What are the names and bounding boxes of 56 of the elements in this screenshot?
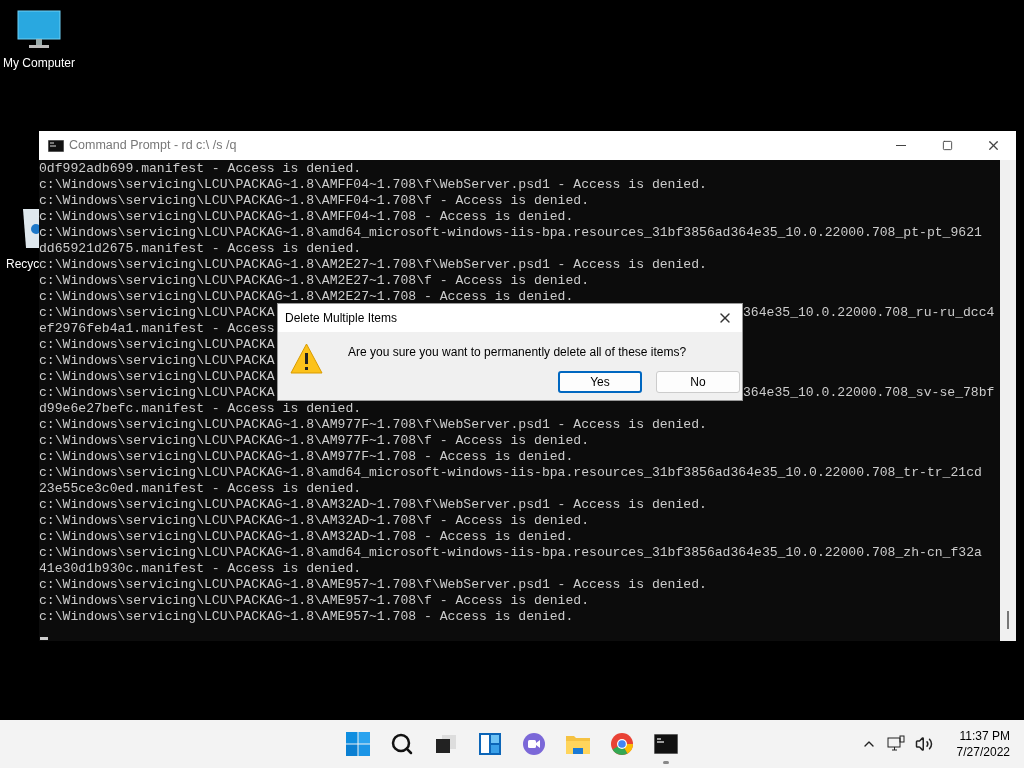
console-line: 0df992adb699.manifest - Access is denied. <box>39 161 362 176</box>
console-line: c:\Windows\servicing\LCU\PACKA <box>39 369 275 384</box>
dialog-title: Delete Multiple Items <box>285 310 398 327</box>
console-line: c:\Windows\servicing\LCU\PACKAG~1.8\AM2E27~1.708\f - Access is denied. <box>39 273 590 288</box>
console-line: c:\Windows\servicing\LCU\PACKAG~1.8\AME957~1.708\f - Access is denied. <box>39 593 590 608</box>
console-line: c:\Windows\servicing\LCU\PACKA <box>39 337 275 352</box>
console-line: 364e35_10.0.22000.708_ru-ru_dcc4 <box>743 305 995 320</box>
console-line: c:\Windows\servicing\LCU\PACKAG~1.8\amd64_microsoft-windows-iis-bpa.resources_31bf3856ad364e35_10.0.22000.708_tr-tr_21cd <box>39 465 982 480</box>
dialog-button[interactable]: Yes <box>558 371 642 393</box>
warning-icon <box>290 342 323 375</box>
console-line: c:\Windows\servicing\LCU\PACKAG~1.8\AMFF04~1.708\f - Access is denied. <box>39 193 590 208</box>
console-line: c:\Windows\servicing\LCU\PACKAG~1.8\AM2E27~1.708 - Access is denied. <box>39 289 574 304</box>
widgets-icon[interactable] <box>478 732 502 756</box>
task-view-icon[interactable] <box>434 733 458 755</box>
console-line: c:\Windows\servicing\LCU\PACKAG~1.8\AMFF04~1.708 - Access is denied. <box>39 209 574 224</box>
console-line: c:\Windows\servicing\LCU\PACKAG~1.8\AM977F~1.708\f\WebServer.psd1 - Access is denied. <box>39 417 707 432</box>
console-line: d99e6e27befc.manifest - Access is denied. <box>39 401 362 416</box>
dialog-message: Are you sure you want to permanently delete all of these items? <box>348 344 688 361</box>
console-line: 23e55ce3c0ed.manifest - Access is denied. <box>39 481 362 496</box>
console-line: 364e35_10.0.22000.708_sv-se_78bf <box>743 385 995 400</box>
clock-date[interactable]: 7/27/2022 <box>956 744 1010 760</box>
console-line: c:\Windows\servicing\LCU\PACKA <box>39 385 275 400</box>
console-line: ef2976feb4a1.manifest - Access <box>39 321 275 336</box>
volume-icon[interactable] <box>914 735 933 753</box>
console-line: c:\Windows\servicing\LCU\PACKAG~1.8\AM977F~1.708 - Access is denied. <box>39 449 574 464</box>
monitor-icon <box>17 10 61 50</box>
console-line: c:\Windows\servicing\LCU\PACKAG~1.8\AM32AD~1.708 - Access is denied. <box>39 529 574 544</box>
dialog-button[interactable]: No <box>656 371 740 393</box>
console-line: c:\Windows\servicing\LCU\PACKAG~1.8\amd64_microsoft-windows-iis-bpa.resources_31bf3856ad364e35_10.0.22000.708_pt-pt_9621 <box>39 225 982 240</box>
minimize-icon <box>896 145 906 146</box>
text-cursor <box>40 637 48 640</box>
console-line: dd65921d2675.manifest - Access is denied. <box>39 241 362 256</box>
chat-icon[interactable] <box>522 732 546 756</box>
clock-time[interactable]: 11:37 PM <box>959 728 1010 744</box>
console-app-icon <box>48 139 64 152</box>
console-line: 41e30d1b930c.manifest - Access is denied. <box>39 561 362 576</box>
console-line: c:\Windows\servicing\LCU\PACKA <box>39 305 275 320</box>
browser-icon[interactable] <box>610 732 634 756</box>
console-line: c:\Windows\servicing\LCU\PACKAG~1.8\AM977F~1.708\f - Access is denied. <box>39 433 590 448</box>
console-line: c:\Windows\servicing\LCU\PACKAG~1.8\AMFF04~1.708\f\WebServer.psd1 - Access is denied. <box>39 177 707 192</box>
desktop-icon-label[interactable]: My Computer <box>3 54 75 72</box>
console-line: c:\Windows\servicing\LCU\PACKAG~1.8\AM32AD~1.708\f - Access is denied. <box>39 513 590 528</box>
folder-icon[interactable] <box>565 733 591 755</box>
network-icon[interactable] <box>886 735 905 753</box>
console-line: c:\Windows\servicing\LCU\PACKA <box>39 353 275 368</box>
console-line: c:\Windows\servicing\LCU\PACKAG~1.8\AM32AD~1.708\f\WebServer.psd1 - Access is denied. <box>39 497 707 512</box>
console-line: c:\Windows\servicing\LCU\PACKAG~1.8\amd64_microsoft-windows-iis-bpa.resources_31bf3856ad364e35_10.0.22000.708_zh-cn_f32a <box>39 545 982 560</box>
console-line: c:\Windows\servicing\LCU\PACKAG~1.8\AME957~1.708 - Access is denied. <box>39 609 574 624</box>
console-line: c:\Windows\servicing\LCU\PACKAG~1.8\AME957~1.708\f\WebServer.psd1 - Access is denied. <box>39 577 707 592</box>
desktop-icon-label[interactable]: Recyc <box>6 255 40 273</box>
console-line: c:\Windows\servicing\LCU\PACKAG~1.8\AM2E27~1.708\f\WebServer.psd1 - Access is denied. <box>39 257 707 272</box>
command-prompt-icon[interactable] <box>654 734 678 754</box>
search-icon[interactable] <box>390 732 414 756</box>
maximize-icon <box>941 140 953 151</box>
window-title: Command Prompt - rd c:\ /s /q <box>69 137 237 155</box>
scrollbar[interactable] <box>1000 160 1016 641</box>
